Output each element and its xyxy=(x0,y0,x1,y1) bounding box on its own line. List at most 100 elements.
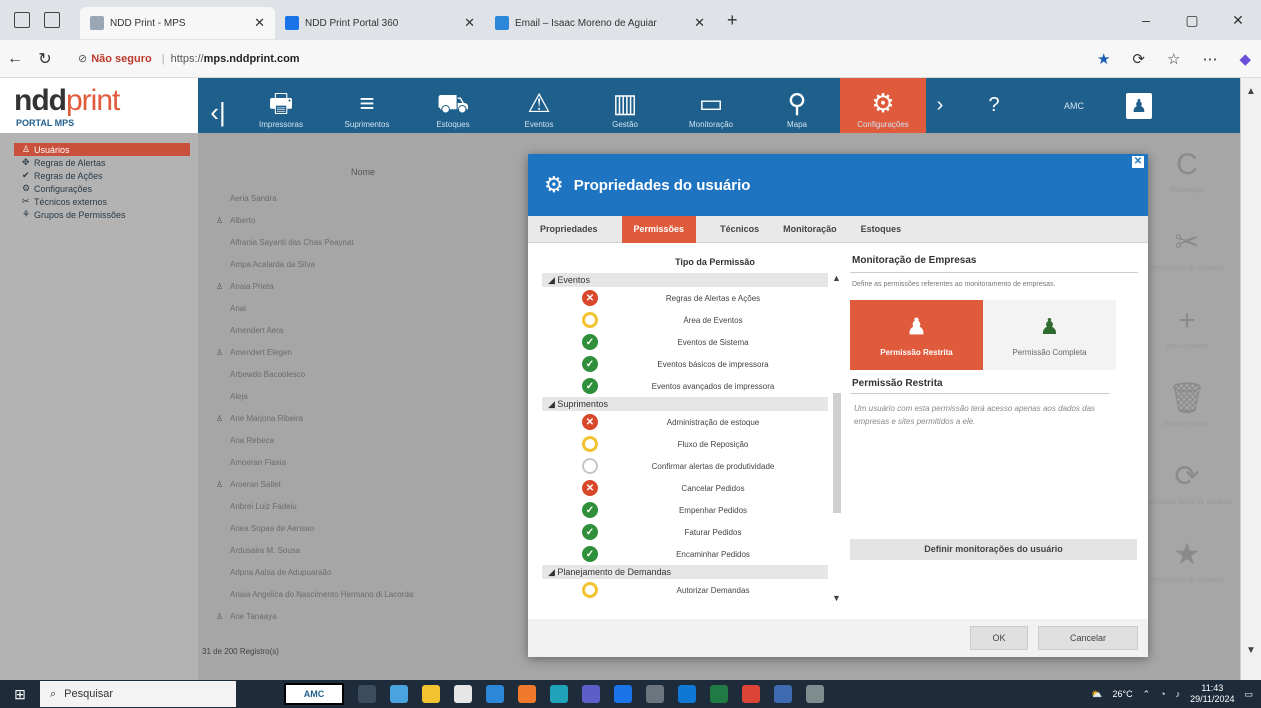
list-column-header[interactable]: Nome xyxy=(208,167,518,181)
list-item[interactable]: Amoeran Flaxia xyxy=(208,451,518,473)
list-item[interactable]: Aeria Sandra xyxy=(208,187,518,209)
new-tab-button[interactable]: + xyxy=(715,10,750,31)
list-item[interactable]: Ampa Acalarda da Silva xyxy=(208,253,518,275)
tab-actions-icon[interactable] xyxy=(44,12,60,28)
user-action-button[interactable]: ⟳ Sincronizar perfis de usuários xyxy=(1133,455,1241,533)
topnav-item[interactable]: ⛟ Estoques xyxy=(410,78,496,133)
amc-taskbar-app[interactable]: AMC xyxy=(284,683,344,705)
scroll-down-icon[interactable]: ▼ xyxy=(1246,645,1256,656)
store-icon[interactable] xyxy=(678,685,696,703)
dialog-tab[interactable]: Técnicos xyxy=(708,216,771,243)
more-menu-icon[interactable]: ⋯ xyxy=(1202,50,1217,68)
weather-icon[interactable]: ⛅ xyxy=(1091,689,1102,700)
dialog-tab[interactable]: Permissões xyxy=(621,215,697,243)
app2-icon[interactable] xyxy=(806,685,824,703)
browser-tab[interactable]: NDD Print - MPS ✕ xyxy=(80,7,275,39)
nddprint-logo[interactable]: nddprint xyxy=(14,84,120,118)
network-icon[interactable]: ◔ xyxy=(1160,689,1165,699)
permission-row[interactable]: ✓ Eventos de Sistema xyxy=(542,331,828,353)
list-item[interactable]: Ardusaira M. Sousa xyxy=(208,539,518,561)
topnav-item[interactable]: ⚲ Mapa xyxy=(754,78,840,133)
cancel-button[interactable]: Cancelar xyxy=(1038,626,1138,650)
user-action-button[interactable]: 🗑 Excluir usuário xyxy=(1133,377,1241,455)
permission-status-yellow-icon[interactable] xyxy=(582,312,598,328)
permission-row[interactable]: Autorizar Demandas xyxy=(542,579,828,601)
permission-group-header[interactable]: ◢ Planejamento de Demandas xyxy=(542,565,828,579)
user-name[interactable]: AMC xyxy=(1034,78,1114,133)
dialog-close-icon[interactable]: ✕ xyxy=(1132,156,1144,168)
close-window-icon[interactable]: ✕ xyxy=(1215,12,1261,29)
list-item[interactable]: Anbrei Luiz Fadeiu xyxy=(208,495,518,517)
permission-row[interactable]: Fluxo de Reposição xyxy=(542,433,828,455)
full-permission-button[interactable]: ♟ Permissão Completa xyxy=(983,300,1116,370)
tab-close-icon[interactable]: ✕ xyxy=(464,15,475,31)
weather-temp[interactable]: 26°C xyxy=(1113,689,1133,699)
permission-row[interactable]: ✕ Cancelar Pedidos xyxy=(542,477,828,499)
permission-status-green-icon[interactable]: ✓ xyxy=(582,378,598,394)
sidebar-item[interactable]: ⚘ Grupos de Permissões xyxy=(0,208,198,221)
topnav-item[interactable]: ▥ Gestão xyxy=(582,78,668,133)
permission-status-yellow-icon[interactable] xyxy=(582,436,598,452)
widgets-icon[interactable] xyxy=(390,685,408,703)
topnav-item[interactable]: ⚙ Configurações xyxy=(840,78,926,133)
permission-status-yellow-icon[interactable] xyxy=(582,582,598,598)
list-item[interactable]: Anaia Angelica do Nascimento Hermano di … xyxy=(208,583,518,605)
user-action-button[interactable]: + Novo usuário xyxy=(1133,299,1241,377)
topnav-item[interactable]: ‹| xyxy=(198,78,238,133)
nav-next-icon[interactable]: › xyxy=(926,78,954,133)
list-item[interactable]: ♙ Amendert Elegen xyxy=(208,341,518,363)
tab-close-icon[interactable]: ✕ xyxy=(694,15,705,31)
file-explorer-icon[interactable] xyxy=(422,685,440,703)
sidebar-item[interactable]: ✥ Regras de Alertas xyxy=(0,156,198,169)
scroll-up-icon[interactable]: ▲ xyxy=(832,273,841,283)
list-item[interactable]: Aleja xyxy=(208,385,518,407)
calendar-icon[interactable] xyxy=(454,685,472,703)
clock[interactable]: 11:43 29/11/2024 xyxy=(1190,683,1234,705)
taskbar-search[interactable]: ⌕ Pesquisar xyxy=(40,681,236,707)
chrome-icon[interactable] xyxy=(742,685,760,703)
sidebar-item[interactable]: ✂ Técnicos externos xyxy=(0,195,198,208)
url-field[interactable]: ⊘ Não seguro | https://mps.nddprint.com xyxy=(68,45,1048,73)
profile-icon[interactable] xyxy=(14,12,30,28)
favorites-icon[interactable]: ☆ xyxy=(1167,50,1180,68)
permission-row[interactable]: ✓ Encaminhar Pedidos xyxy=(542,543,828,565)
permission-row[interactable]: ✓ Empenhar Pedidos xyxy=(542,499,828,521)
sidebar-item[interactable]: ⚙ Configurações xyxy=(0,182,198,195)
restricted-permission-button[interactable]: ♟ Permissão Restrita xyxy=(850,300,983,370)
minimize-icon[interactable]: – xyxy=(1123,12,1169,28)
topnav-item[interactable]: 🖶 Impressoras xyxy=(238,78,324,133)
list-item[interactable]: ♙ Ane Marjona Ribeira xyxy=(208,407,518,429)
excel-icon[interactable] xyxy=(710,685,728,703)
tab-close-icon[interactable]: ✕ xyxy=(254,15,265,31)
sidebar-item[interactable]: ✔ Regras de Ações xyxy=(0,169,198,182)
permission-row[interactable]: ✓ Eventos avançados de impressora xyxy=(542,375,828,397)
collapse-icon[interactable]: ◢ xyxy=(548,275,557,285)
dialog-tab[interactable]: Propriedades xyxy=(528,216,610,243)
list-item[interactable]: ♙ Ane Tanaaya xyxy=(208,605,518,627)
define-monitoring-button[interactable]: Definir monitorações do usuário xyxy=(850,539,1137,560)
permission-status-green-icon[interactable]: ✓ xyxy=(582,546,598,562)
collapse-icon[interactable]: ◢ xyxy=(548,567,557,577)
dialog-tab[interactable]: Monitoração xyxy=(771,216,849,243)
dialog-tab[interactable]: Estoques xyxy=(849,216,914,243)
ok-button[interactable]: OK xyxy=(970,626,1028,650)
topnav-item[interactable]: ⚠ Eventos xyxy=(496,78,582,133)
user-avatar[interactable]: ♟ xyxy=(1114,78,1164,133)
permission-status-green-icon[interactable]: ✓ xyxy=(582,524,598,540)
scroll-thumb[interactable] xyxy=(833,393,841,513)
sidebar-item[interactable]: ♙ Usuários xyxy=(14,143,190,156)
permission-row[interactable]: ✓ Faturar Pedidos xyxy=(542,521,828,543)
browser-tab[interactable]: Email – Isaac Moreno de Aguiar ✕ xyxy=(485,7,715,39)
notifications-icon[interactable]: ▭ xyxy=(1244,689,1253,700)
list-item[interactable]: Arlpna Aalsa de Adupuaraão xyxy=(208,561,518,583)
task-view-icon[interactable] xyxy=(358,685,376,703)
permission-status-gray-icon[interactable] xyxy=(582,458,598,474)
back-icon[interactable]: ← xyxy=(0,50,30,68)
list-item[interactable]: Arbewdo Bacoolesco xyxy=(208,363,518,385)
permissions-scrollbar[interactable]: ▲ ▼ xyxy=(832,273,842,603)
list-item[interactable]: Amendert Aera xyxy=(208,319,518,341)
help-icon[interactable]: ? xyxy=(954,78,1034,133)
mail-icon[interactable] xyxy=(486,685,504,703)
permission-group-header[interactable]: ◢ Suprimentos xyxy=(542,397,828,411)
permission-status-green-icon[interactable]: ✓ xyxy=(582,334,598,350)
